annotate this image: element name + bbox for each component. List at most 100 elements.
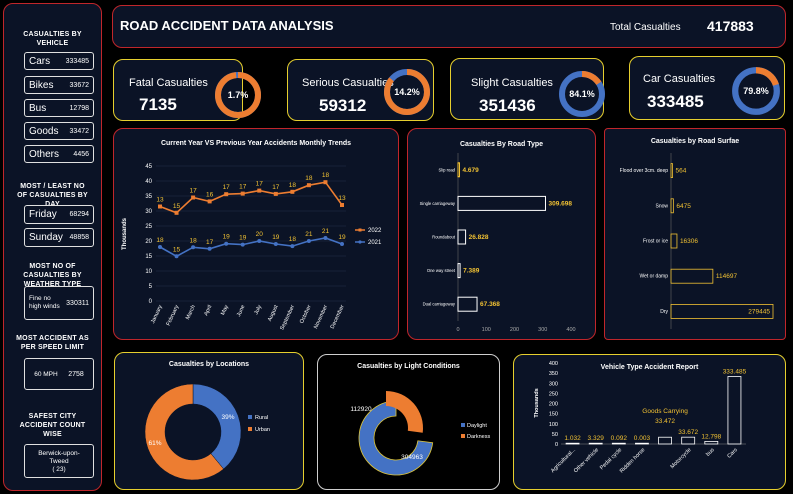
category-label: Dry — [660, 309, 668, 315]
bar — [658, 436, 672, 445]
bar — [670, 268, 714, 284]
data-label: 13 — [338, 195, 346, 202]
data-point — [340, 242, 344, 246]
category-label: Single carriageway — [420, 201, 456, 206]
bar — [681, 436, 696, 445]
x-tick-label: November — [313, 304, 329, 330]
x-tick-label: April — [203, 304, 213, 317]
category-label: Frost or ice — [643, 239, 668, 245]
slice-label: 61% — [148, 440, 161, 447]
vehicle-value: 33672 — [69, 81, 89, 89]
data-label: 21 — [322, 228, 330, 235]
monthly-trend-panel: Current Year VS Previous Year Accidents … — [113, 128, 399, 340]
data-point — [290, 189, 295, 194]
x-tick-label: 0 — [456, 327, 459, 333]
legend-swatch — [248, 415, 252, 419]
locations-panel: Casualties by Locations 39% 61% Rural Urban — [114, 352, 304, 490]
light-conditions-panel: Casualties by Light Conditions 304963 112… — [317, 354, 500, 490]
kpi-pct: 79.8% — [743, 86, 769, 96]
y-tick-label: 20 — [145, 239, 152, 245]
bar — [670, 233, 678, 249]
data-label: 19 — [272, 234, 280, 241]
kpi-pct: 84.1% — [569, 89, 595, 99]
data-point — [273, 242, 278, 246]
data-label: 19 — [239, 235, 247, 242]
kpi-value: 333485 — [647, 92, 704, 111]
data-point — [240, 191, 245, 196]
data-label: 26.828 — [469, 234, 489, 241]
bar — [457, 263, 461, 279]
day-most-box: Friday 68294 — [24, 205, 94, 224]
data-label: 15 — [173, 203, 181, 210]
weather-section-title: MOST NO OF CASUALTIES BY WEATHER TYPE — [23, 263, 82, 288]
y-tick-label: 35 — [145, 194, 152, 200]
data-label: 18 — [189, 237, 197, 244]
weather-label: Fine no high winds — [29, 295, 60, 310]
y-tick-label: 25 — [145, 224, 152, 230]
vehicle-value: 333485 — [65, 57, 89, 65]
speed-value: 2758 — [68, 370, 84, 378]
data-point — [340, 203, 344, 207]
data-label: 33.672 — [678, 429, 698, 436]
city-label: Berwick-upon-Tweed — [38, 449, 80, 465]
road-surface-panel: Casualties by Road Surfae Flood over 3cm… — [604, 128, 786, 340]
bar — [670, 163, 673, 178]
data-label: 21 — [305, 231, 313, 238]
sidebar-panel: CASUALTIES BY VEHICLE Cars 333485 Bikes 33… — [3, 3, 102, 491]
bar — [727, 376, 742, 445]
monthly-trend-chart: 0 5 10 15 20 25 30 35 40 45 Thousands January Februa… — [122, 164, 382, 331]
x-tick-label: March — [185, 304, 197, 320]
y-tick-label: 5 — [149, 284, 153, 290]
legend-label: 2021 — [368, 240, 382, 246]
legend-marker — [358, 240, 362, 244]
kpi-label: Serious Casualties — [302, 77, 394, 89]
x-tick-label: December — [330, 304, 346, 330]
category-label: One way street — [427, 268, 456, 273]
data-label: 0.092 — [611, 435, 628, 442]
city-section-title: SAFEST CITY ACCIDENT COUNT WISE — [19, 413, 86, 438]
vehicle-label: Goods — [29, 125, 59, 137]
data-point — [240, 242, 245, 247]
data-label: 15 — [173, 246, 181, 253]
vehicle-cars-box: Cars 333485 — [24, 52, 94, 70]
legend-swatch — [461, 434, 465, 438]
data-point — [158, 204, 162, 209]
x-tick-label: May — [220, 304, 230, 316]
kpi-value: 351436 — [479, 96, 536, 115]
data-label: 67.368 — [480, 301, 500, 308]
y-tick-label: 0 — [555, 442, 558, 448]
kpi-serious-card: Serious Casualties 59312 14.2% — [287, 59, 434, 121]
day-least-box: Sunday 48858 — [24, 228, 94, 247]
vehicle-label: Bus — [29, 102, 47, 114]
series-line-2021 — [159, 237, 343, 258]
light-conditions-chart: 304963 112920 Daylight Darkness — [350, 391, 490, 476]
page-title: ROAD ACCIDENT DATA ANALYSIS — [120, 18, 334, 33]
data-label: 3.329 — [588, 435, 605, 442]
data-label: 16 — [206, 191, 214, 198]
y-tick-label: 45 — [145, 164, 152, 170]
x-tick-label: 200 — [510, 327, 519, 333]
vehicle-label: Bikes — [29, 79, 54, 91]
legend-label: Urban — [255, 427, 270, 433]
city-value: ( 23) — [52, 465, 66, 473]
category-label: Dual carriageway — [423, 302, 456, 307]
x-tick-label: Other vehicle — [573, 447, 600, 474]
legend-swatch — [461, 423, 465, 427]
kpi-label: Slight Casualties — [471, 77, 553, 89]
locations-chart: 39% 61% Rural Urban — [144, 383, 270, 481]
legend-label: Rural — [255, 415, 268, 421]
road-type-panel: Casualties By Road Type 0 100 200 300 400 Sli… — [407, 128, 596, 340]
vehicle-bikes-box: Bikes 33672 — [24, 76, 94, 94]
category-label: Wet or damp — [639, 274, 668, 280]
road-surface-chart: Flood over 3cm. deep 564 Snow 6475 Frost or … — [620, 153, 774, 329]
slice-label: 112920 — [350, 406, 372, 413]
road-type-chart: 0 100 200 300 400 Slip road 4.679 Single carria… — [420, 153, 576, 333]
data-label: 17 — [189, 188, 197, 195]
data-point — [174, 210, 179, 215]
data-point — [257, 188, 262, 193]
speed-box: 60 MPH 2758 — [24, 358, 94, 390]
kpi-label: Car Casualties — [643, 73, 716, 85]
kpi-label: Fatal Casualties — [129, 77, 208, 89]
x-tick-label: September — [279, 304, 296, 331]
y-tick-label: 250 — [549, 391, 558, 397]
